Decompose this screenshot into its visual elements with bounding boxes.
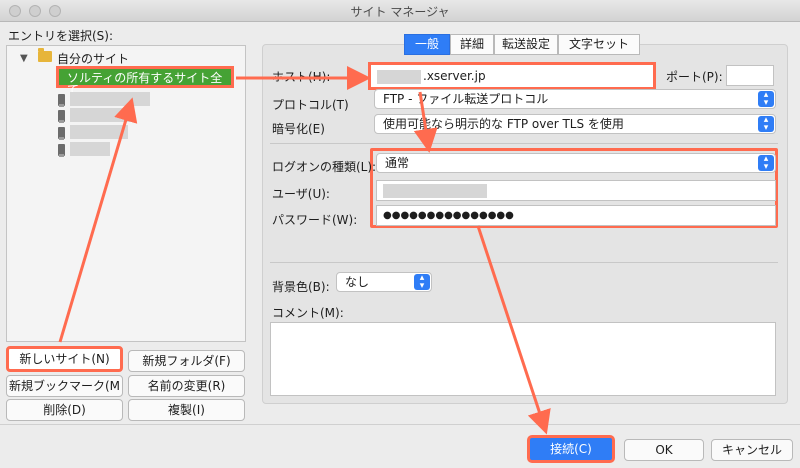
tab-transfer-settings[interactable]: 転送設定 — [494, 34, 558, 55]
server-icon — [58, 144, 65, 157]
tree-expand-icon[interactable]: ▼ — [20, 53, 28, 64]
ok-button[interactable]: OK — [624, 439, 704, 461]
server-icon — [58, 94, 65, 107]
comment-label: コメント(M): — [272, 306, 344, 320]
user-label: ユーザ(U): — [272, 187, 330, 201]
tab-charset[interactable]: 文字セット — [558, 34, 640, 55]
duplicate-button[interactable]: 複製(I) — [128, 399, 245, 421]
tree-item-redacted[interactable] — [70, 108, 134, 122]
new-bookmark-button[interactable]: 新規ブックマーク(M — [6, 375, 123, 397]
tree-root-label[interactable]: 自分のサイト — [57, 50, 129, 67]
connect-button[interactable]: 接続(C) — [527, 435, 615, 463]
logon-type-label: ログオンの種類(L): — [272, 160, 377, 174]
host-redacted — [377, 69, 421, 84]
protocol-select[interactable]: FTP - ファイル転送プロトコル ▴ ▾ — [374, 89, 776, 109]
site-tree[interactable] — [6, 45, 246, 342]
delete-button[interactable]: 削除(D) — [6, 399, 123, 421]
encryption-label: 暗号化(E) — [272, 122, 325, 136]
rename-button[interactable]: 名前の変更(R) — [128, 375, 245, 397]
server-icon — [58, 127, 65, 140]
encryption-value: 使用可能なら明示的な FTP over TLS を使用 — [383, 117, 624, 131]
chevron-updown-icon: ▴ ▾ — [758, 116, 774, 133]
tree-item-selected-site[interactable]: ソルティの所有するサイト全て — [56, 66, 234, 96]
footer-divider — [0, 424, 800, 425]
entry-select-label: エントリを選択(S): — [8, 29, 114, 43]
cancel-button[interactable]: キャンセル — [711, 439, 793, 461]
password-label: パスワード(W): — [272, 213, 358, 227]
tab-advanced[interactable]: 詳細 — [450, 34, 494, 55]
chevron-updown-icon: ▴ ▾ — [414, 274, 430, 291]
logon-type-select[interactable]: 通常 ▴ ▾ — [376, 153, 776, 173]
logon-type-value: 通常 — [385, 156, 410, 170]
tab-general[interactable]: 一般 — [404, 34, 450, 55]
folder-icon — [38, 48, 52, 62]
new-folder-button[interactable]: 新規フォルダ(F) — [128, 350, 245, 372]
encryption-select[interactable]: 使用可能なら明示的な FTP over TLS を使用 ▴ ▾ — [374, 114, 776, 134]
tree-item-redacted[interactable] — [70, 125, 128, 139]
divider — [270, 262, 778, 263]
port-input[interactable] — [726, 65, 774, 86]
chevron-updown-icon: ▴ ▾ — [758, 91, 774, 108]
new-site-button[interactable]: 新しいサイト(N) — [6, 346, 123, 372]
bg-color-value: なし — [345, 275, 370, 289]
chevron-updown-icon: ▴ ▾ — [758, 155, 774, 172]
bg-color-label: 背景色(B): — [272, 280, 330, 294]
tree-item-redacted[interactable] — [70, 142, 110, 156]
server-icon — [58, 110, 65, 123]
host-input[interactable]: .xserver.jp — [368, 62, 656, 90]
tree-item-redacted[interactable] — [70, 92, 150, 106]
bg-color-select[interactable]: なし ▴ ▾ — [336, 272, 432, 292]
host-label: ホスト(H): — [272, 70, 331, 84]
comment-textarea[interactable] — [270, 322, 776, 396]
user-redacted — [383, 183, 487, 198]
user-input[interactable] — [376, 180, 776, 201]
port-label: ポート(P): — [666, 70, 723, 84]
host-value: .xserver.jp — [423, 69, 486, 83]
password-input[interactable]: ●●●●●●●●●●●●●●● — [376, 205, 776, 226]
window-title: サイト マネージャ — [350, 5, 450, 19]
divider — [270, 143, 778, 144]
protocol-label: プロトコル(T) — [272, 98, 349, 112]
protocol-value: FTP - ファイル転送プロトコル — [383, 92, 549, 106]
